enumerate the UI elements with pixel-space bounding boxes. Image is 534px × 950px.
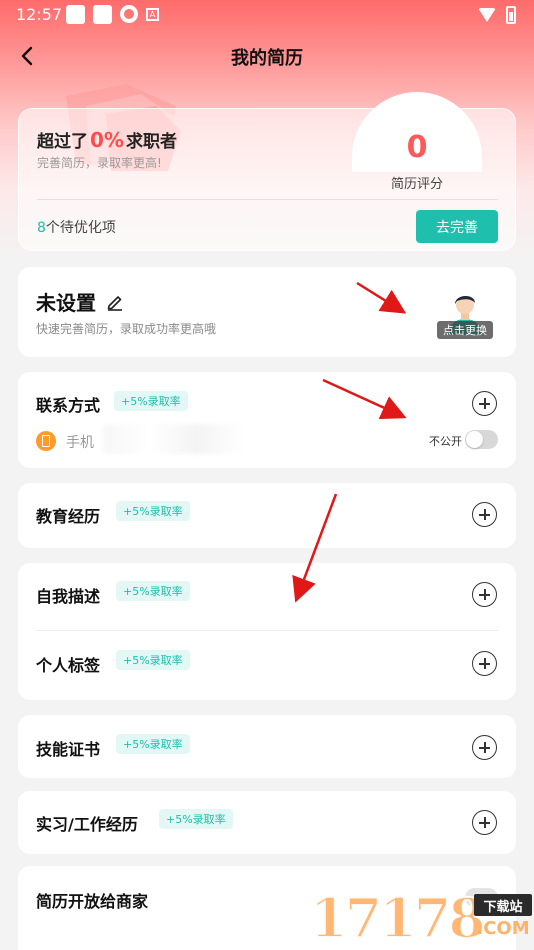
private-toggle[interactable] bbox=[465, 430, 498, 449]
phone-number-blurred bbox=[103, 424, 243, 454]
personal-tags-title: 个人标签 bbox=[36, 656, 101, 675]
personal-tags-badge: +5%录取率 bbox=[116, 650, 190, 670]
app-notification-icon bbox=[66, 5, 85, 24]
pending-count: 8 bbox=[37, 220, 46, 236]
contact-section: 联系方式 +5%录取率 手机 不公开 bbox=[18, 372, 516, 468]
private-label: 不公开 bbox=[429, 435, 462, 448]
watermark-label: 下载站 bbox=[474, 894, 532, 916]
self-description-section: 自我描述 +5%录取率 个人标签 +5%录取率 bbox=[18, 563, 516, 700]
edit-pencil-icon[interactable] bbox=[106, 293, 124, 311]
avatar-change-button[interactable]: 点击更换 bbox=[437, 321, 493, 339]
work-section[interactable]: 实习/工作经历 +5%录取率 bbox=[18, 791, 516, 854]
notification-icons: A bbox=[66, 5, 159, 24]
improve-button[interactable]: 去完善 bbox=[416, 210, 498, 243]
watermark-digits: 17178 bbox=[309, 885, 487, 950]
education-badge: +5%录取率 bbox=[116, 501, 190, 521]
status-time: 12:57 bbox=[16, 5, 63, 24]
site-watermark: 17178 下载站 .COM bbox=[309, 880, 534, 950]
status-bar: 12:57 A bbox=[0, 0, 534, 30]
pending-text: 个待优化项 bbox=[45, 220, 116, 236]
watermark-suffix: .COM bbox=[476, 918, 530, 939]
add-contact-button[interactable] bbox=[472, 391, 497, 416]
exceed-suffix: 求职者 bbox=[125, 132, 177, 152]
sync-icon bbox=[120, 5, 138, 23]
score-label: 简历评分 bbox=[390, 177, 443, 192]
page-title: 我的简历 bbox=[231, 48, 303, 69]
exceed-headline: 超过了 0% 求职者 bbox=[37, 127, 177, 152]
profile-card[interactable]: 未设置 快速完善简历，录取成功率更高哦 点击更换 bbox=[18, 267, 516, 357]
phone-icon bbox=[36, 431, 56, 451]
skills-title: 技能证书 bbox=[36, 740, 101, 759]
score-value: 0 bbox=[406, 130, 428, 165]
skills-section[interactable]: 技能证书 +5%录取率 bbox=[18, 715, 516, 778]
exceed-percent: 0% bbox=[90, 128, 124, 152]
pending-items: 8个待优化项 bbox=[37, 217, 116, 237]
add-personal-tags-button[interactable] bbox=[472, 651, 497, 676]
education-section[interactable]: 教育经历 +5%录取率 bbox=[18, 483, 516, 548]
contact-title: 联系方式 bbox=[36, 396, 101, 415]
score-subtitle: 完善简历，录取率更高! bbox=[37, 156, 162, 170]
divider bbox=[36, 630, 498, 631]
top-nav: 我的简历 bbox=[0, 36, 534, 76]
add-education-button[interactable] bbox=[472, 502, 497, 527]
self-description-badge: +5%录取率 bbox=[116, 581, 190, 601]
add-self-description-button[interactable] bbox=[472, 582, 497, 607]
add-skills-button[interactable] bbox=[472, 735, 497, 760]
work-badge: +5%录取率 bbox=[159, 809, 233, 829]
app-notification-icon bbox=[93, 5, 112, 24]
wifi-icon bbox=[478, 8, 496, 22]
font-icon: A bbox=[146, 8, 159, 21]
divider bbox=[37, 199, 498, 200]
skills-badge: +5%录取率 bbox=[116, 734, 190, 754]
phone-label: 手机 bbox=[66, 435, 94, 451]
education-title: 教育经历 bbox=[36, 507, 101, 526]
self-description-title: 自我描述 bbox=[36, 587, 101, 606]
contact-badge: +5%录取率 bbox=[114, 391, 188, 411]
work-title: 实习/工作经历 bbox=[36, 815, 138, 834]
avatar[interactable]: 点击更换 bbox=[437, 287, 493, 343]
system-icons bbox=[478, 6, 516, 24]
profile-name-row[interactable]: 未设置 bbox=[36, 287, 124, 316]
profile-name: 未设置 bbox=[36, 291, 96, 315]
profile-subtitle: 快速完善简历，录取成功率更高哦 bbox=[36, 322, 217, 336]
battery-icon bbox=[506, 6, 516, 24]
exceed-prefix: 超过了 bbox=[37, 132, 88, 152]
open-to-merchants-title: 简历开放给商家 bbox=[36, 892, 149, 911]
add-work-button[interactable] bbox=[472, 810, 497, 835]
